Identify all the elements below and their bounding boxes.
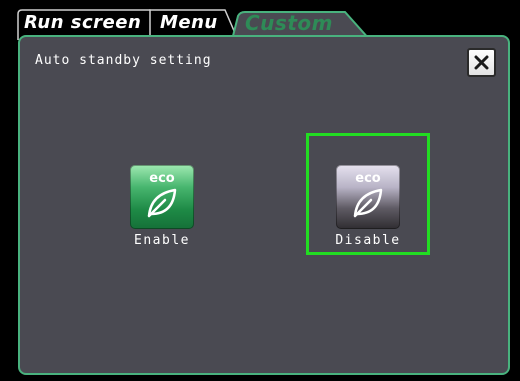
close-button[interactable] [467, 48, 496, 77]
leaf-icon [353, 188, 383, 218]
eco-icon-text: eco [355, 171, 381, 186]
disable-label: Disable [335, 233, 401, 248]
dialog-title: Auto standby setting [35, 53, 212, 68]
enable-option-button[interactable]: eco Enable [100, 135, 224, 257]
eco-icon-text: eco [149, 171, 175, 186]
leaf-icon [147, 188, 177, 218]
tab-custom[interactable]: Custom [245, 11, 333, 35]
settings-panel: Auto standby setting eco Enable eco Disa… [18, 35, 510, 375]
close-icon [474, 55, 489, 70]
eco-leaf-icon: eco [130, 165, 194, 229]
enable-label: Enable [134, 233, 190, 248]
tab-run-screen[interactable]: Run screen [24, 12, 141, 33]
tab-menu[interactable]: Menu [160, 12, 218, 33]
disable-option-button[interactable]: eco Disable [306, 133, 430, 255]
tab-bar: Run screen Menu Custom [0, 0, 520, 40]
eco-leaf-icon: eco [336, 165, 400, 229]
